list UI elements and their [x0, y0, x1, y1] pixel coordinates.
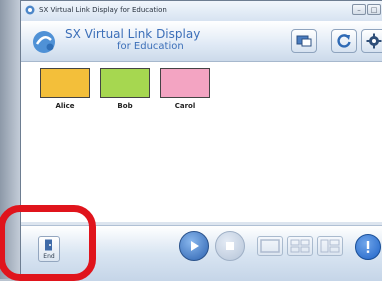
user-label: Bob	[117, 102, 133, 110]
user-label: Carol	[174, 102, 196, 110]
fullscreen-button[interactable]	[257, 236, 283, 256]
settings-button[interactable]	[361, 29, 382, 53]
grid-icon	[290, 239, 310, 253]
alert-button[interactable]	[355, 234, 381, 260]
fullscreen-icon	[260, 239, 280, 253]
split-view-icon	[320, 239, 340, 253]
app-subtitle: for Education	[117, 41, 184, 52]
stop-button[interactable]	[215, 231, 245, 261]
gear-icon	[366, 33, 382, 49]
minimize-button[interactable]: –	[352, 4, 366, 15]
logo-icon	[33, 31, 55, 53]
user-tile-alice[interactable]	[40, 68, 90, 98]
stop-icon	[226, 242, 234, 250]
exclamation-icon	[366, 241, 370, 253]
refresh-icon	[337, 34, 351, 48]
user-label: Alice	[55, 102, 75, 110]
play-button[interactable]	[179, 231, 209, 261]
app-header: SX Virtual Link Display for Education	[21, 21, 382, 62]
title-bar: SX Virtual Link Display for Education – …	[21, 1, 382, 22]
app-name: SX Virtual Link Display	[65, 27, 201, 41]
refresh-button[interactable]	[331, 29, 357, 53]
highlight-annotation-circle	[0, 205, 96, 281]
play-icon	[191, 241, 199, 251]
display-button[interactable]	[291, 29, 317, 53]
user-tile-carol[interactable]	[160, 68, 210, 98]
app-icon	[25, 5, 35, 15]
user-panel: Alice Bob Carol	[21, 62, 382, 222]
user-tile-bob[interactable]	[100, 68, 150, 98]
split-view-button[interactable]	[317, 236, 343, 256]
grid-view-button[interactable]	[287, 236, 313, 256]
maximize-button[interactable]: □	[367, 4, 381, 15]
window-title: SX Virtual Link Display for Education	[39, 6, 167, 14]
display-icon	[296, 35, 312, 47]
